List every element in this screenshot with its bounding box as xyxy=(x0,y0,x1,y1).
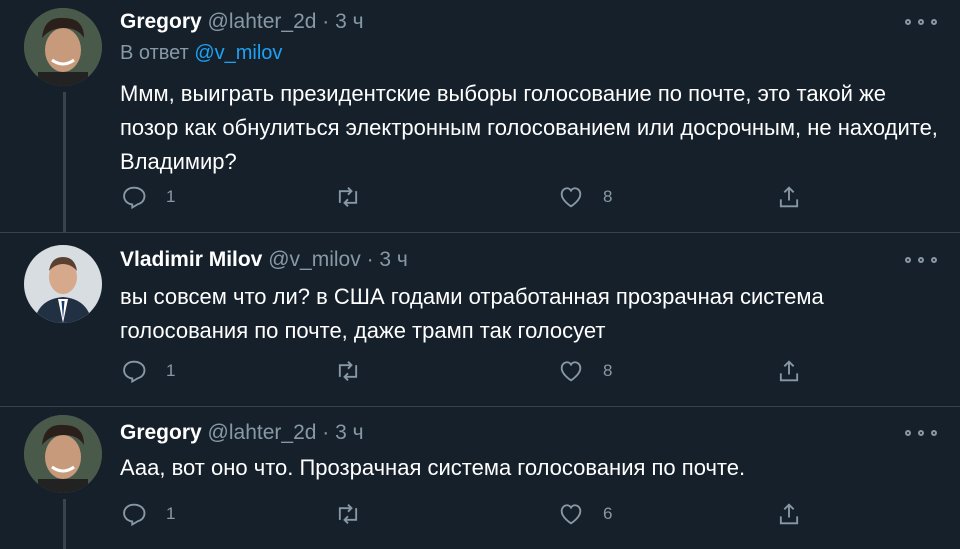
like-button[interactable]: 8 xyxy=(557,357,612,385)
tweet-text: Ммм, выиграть президентские выборы голос… xyxy=(120,81,938,174)
retweet-button[interactable] xyxy=(334,500,380,528)
timestamp[interactable]: 3 ч xyxy=(379,248,407,271)
author-name[interactable]: Gregory xyxy=(120,421,202,444)
avatar-gregory[interactable] xyxy=(24,415,102,493)
more-icon[interactable] xyxy=(905,426,937,440)
share-button[interactable] xyxy=(775,183,803,211)
author-handle[interactable]: @lahter_2d xyxy=(208,10,317,33)
like-count: 8 xyxy=(603,361,613,380)
avatar-gregory[interactable] xyxy=(24,8,102,86)
more-icon[interactable] xyxy=(905,15,937,29)
separator: · xyxy=(322,10,330,33)
tweet-header: Gregory @lahter_2d · 3 ч xyxy=(120,421,364,445)
tweet-header: Vladimir Milov @v_milov · 3 ч xyxy=(120,248,408,272)
reply-count: 1 xyxy=(166,504,176,523)
tweet-text: вы совсем что ли? в США годами отработан… xyxy=(120,284,824,343)
reply-context: В ответ @v_milov xyxy=(120,42,282,65)
reply-count: 1 xyxy=(166,361,176,380)
reply-button[interactable]: 1 xyxy=(120,183,175,211)
tweet-1[interactable]: Gregory @lahter_2d · 3 ч В ответ @v_milo… xyxy=(0,0,960,232)
retweet-icon xyxy=(338,187,358,207)
like-icon xyxy=(560,361,582,382)
tweet-text: Ааа, вот оно что. Прозрачная система гол… xyxy=(120,455,746,480)
like-count: 6 xyxy=(603,504,613,523)
thread-line xyxy=(63,92,66,232)
author-name[interactable]: Gregory xyxy=(120,10,202,33)
share-button[interactable] xyxy=(775,357,803,385)
reply-button[interactable]: 1 xyxy=(120,357,175,385)
share-button[interactable] xyxy=(775,500,803,528)
retweet-button[interactable] xyxy=(334,357,380,385)
tweet-actions: 1 8 xyxy=(120,183,810,213)
timestamp[interactable]: 3 ч xyxy=(335,10,363,33)
like-button[interactable]: 6 xyxy=(557,500,612,528)
separator: · xyxy=(366,248,374,271)
reply-icon xyxy=(123,503,146,527)
reply-icon xyxy=(123,186,146,210)
thread-line xyxy=(63,499,66,549)
author-handle[interactable]: @lahter_2d xyxy=(208,421,317,444)
reply-prefix: В ответ xyxy=(120,42,189,64)
timestamp[interactable]: 3 ч xyxy=(335,421,363,444)
tweet-actions: 1 6 xyxy=(120,500,810,530)
retweet-icon xyxy=(338,504,358,524)
tweet-actions: 1 8 xyxy=(120,357,810,387)
retweet-button[interactable] xyxy=(334,183,380,211)
tweet-2[interactable]: Vladimir Milov @v_milov · 3 ч вы совсем … xyxy=(0,233,960,406)
tweet-header: Gregory @lahter_2d · 3 ч xyxy=(120,10,364,34)
share-icon xyxy=(779,360,799,382)
reply-button[interactable]: 1 xyxy=(120,500,175,528)
reply-count: 1 xyxy=(166,187,176,206)
reply-icon xyxy=(123,360,146,384)
share-icon xyxy=(779,186,799,208)
like-count: 8 xyxy=(603,187,613,206)
separator: · xyxy=(322,421,330,444)
author-name[interactable]: Vladimir Milov xyxy=(120,248,262,271)
tweet-3[interactable]: Gregory @lahter_2d · 3 ч Ааа, вот оно чт… xyxy=(0,407,960,549)
avatar-vladimir-milov[interactable] xyxy=(24,245,102,323)
author-handle[interactable]: @v_milov xyxy=(268,248,361,271)
retweet-icon xyxy=(338,361,358,381)
more-icon[interactable] xyxy=(905,253,937,267)
like-icon xyxy=(560,504,582,525)
like-button[interactable]: 8 xyxy=(557,183,612,211)
reply-mention[interactable]: @v_milov xyxy=(194,42,282,64)
share-icon xyxy=(779,503,799,525)
like-icon xyxy=(560,187,582,208)
